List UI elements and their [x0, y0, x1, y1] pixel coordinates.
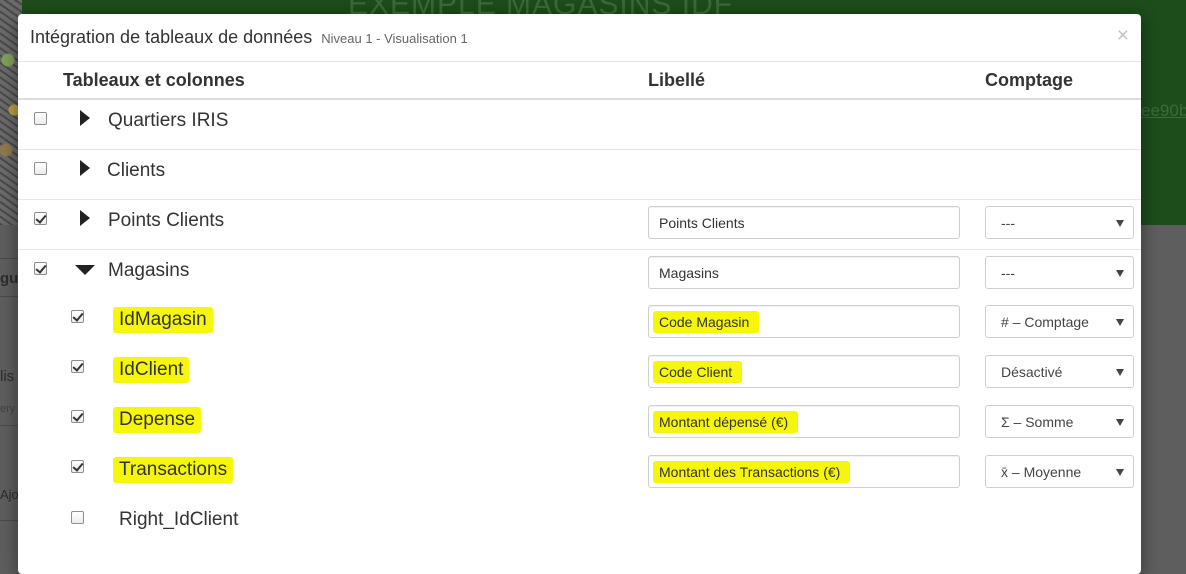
count-select[interactable]: ---	[985, 256, 1134, 289]
column-row-idmagasin: IdMagasin Code Magasin # – Comptage	[18, 299, 1141, 349]
count-select-value: x̄ – Moyenne	[1001, 464, 1082, 480]
caret-down-icon[interactable]	[75, 265, 95, 275]
count-select-value: ---	[1001, 265, 1015, 281]
background-side-text: Ajo	[0, 487, 19, 502]
background-side-text: lis	[0, 368, 15, 385]
checkbox[interactable]	[34, 162, 47, 175]
column-name: Right_IdClient	[119, 509, 239, 530]
count-select-value: Σ – Somme	[1001, 414, 1074, 430]
column-name: Depense	[113, 407, 202, 433]
modal-title: Intégration de tableaux de données Nivea…	[30, 27, 468, 48]
column-row-transactions: Transactions Montant des Transactions (€…	[18, 449, 1141, 499]
background-side-text: gu	[0, 270, 19, 287]
caret-right-icon[interactable]	[80, 160, 90, 176]
column-header-libelle: Libellé	[648, 70, 706, 90]
checkbox[interactable]	[71, 460, 84, 473]
chevron-down-icon	[1116, 469, 1124, 476]
background-divider	[0, 296, 18, 297]
checkbox[interactable]	[71, 511, 84, 524]
chevron-down-icon	[1116, 369, 1124, 376]
caret-right-icon[interactable]	[80, 110, 90, 126]
background-divider	[0, 258, 18, 259]
modal-header: Intégration de tableaux de données Nivea…	[18, 14, 1141, 62]
column-header-comptage: Comptage	[985, 70, 1074, 90]
count-select[interactable]: Σ – Somme	[985, 405, 1134, 438]
table-row-clients: Clients	[18, 149, 1141, 199]
chevron-down-icon	[1116, 419, 1124, 426]
background-link[interactable]: ee90b	[1141, 101, 1186, 121]
column-name: IdClient	[113, 357, 190, 383]
checkbox[interactable]	[71, 310, 84, 323]
table-row-quartiers-iris: Quartiers IRIS	[18, 100, 1141, 150]
checkbox[interactable]	[34, 212, 47, 225]
count-select[interactable]: Désactivé	[985, 355, 1134, 388]
checkbox[interactable]	[34, 262, 47, 275]
background-divider	[0, 425, 18, 426]
modal-subtitle: Niveau 1 - Visualisation 1	[321, 31, 468, 46]
label-input[interactable]: Code Client	[648, 355, 960, 388]
chevron-down-icon	[1116, 270, 1124, 277]
table-row-points-clients: Points Clients Points Clients ---	[18, 199, 1141, 249]
label-input[interactable]: Code Magasin	[648, 305, 960, 338]
table-name: Quartiers IRIS	[108, 110, 229, 131]
label-input[interactable]: Points Clients	[648, 206, 960, 239]
label-input-value: Code Client	[653, 361, 743, 383]
data-tables-modal: Intégration de tableaux de données Nivea…	[18, 14, 1141, 574]
chevron-down-icon	[1116, 220, 1124, 227]
column-header-tables: Tableaux et colonnes	[63, 70, 245, 90]
count-select[interactable]: # – Comptage	[985, 305, 1134, 338]
label-input[interactable]: Montant des Transactions (€)	[648, 455, 960, 488]
column-row-idclient: IdClient Code Client Désactivé	[18, 349, 1141, 399]
column-row-right-idclient: Right_IdClient	[18, 499, 1141, 549]
checkbox[interactable]	[71, 410, 84, 423]
count-select-value: # – Comptage	[1001, 314, 1089, 330]
checkbox[interactable]	[34, 112, 47, 125]
label-input[interactable]: Magasins	[648, 256, 960, 289]
column-row-depense: Depense Montant dépensé (€) Σ – Somme	[18, 399, 1141, 449]
label-input-value: Points Clients	[659, 215, 745, 231]
modal-title-text: Intégration de tableaux de données	[30, 27, 313, 47]
table-name: Points Clients	[108, 210, 225, 231]
chevron-down-icon	[1116, 319, 1124, 326]
label-input-value: Montant dépensé (€)	[653, 411, 799, 433]
table-row-magasins: Magasins Magasins ---	[18, 249, 1141, 299]
label-input-value: Code Magasin	[653, 311, 760, 333]
count-select[interactable]: ---	[985, 206, 1134, 239]
background-side-text: ery	[0, 403, 16, 415]
count-select-value: Désactivé	[1001, 364, 1063, 380]
background-divider	[0, 520, 18, 521]
count-select-value: ---	[1001, 215, 1015, 231]
column-name: Transactions	[113, 457, 234, 483]
column-name: IdMagasin	[113, 307, 213, 333]
label-input-value: Montant des Transactions (€)	[653, 461, 851, 483]
close-icon[interactable]: ×	[1117, 25, 1129, 46]
checkbox[interactable]	[71, 360, 84, 373]
label-input[interactable]: Montant dépensé (€)	[648, 405, 960, 438]
count-select[interactable]: x̄ – Moyenne	[985, 455, 1134, 488]
caret-right-icon[interactable]	[80, 210, 90, 226]
label-input-value: Magasins	[659, 265, 719, 281]
table-name: Clients	[107, 160, 166, 181]
table-name: Magasins	[108, 260, 190, 281]
